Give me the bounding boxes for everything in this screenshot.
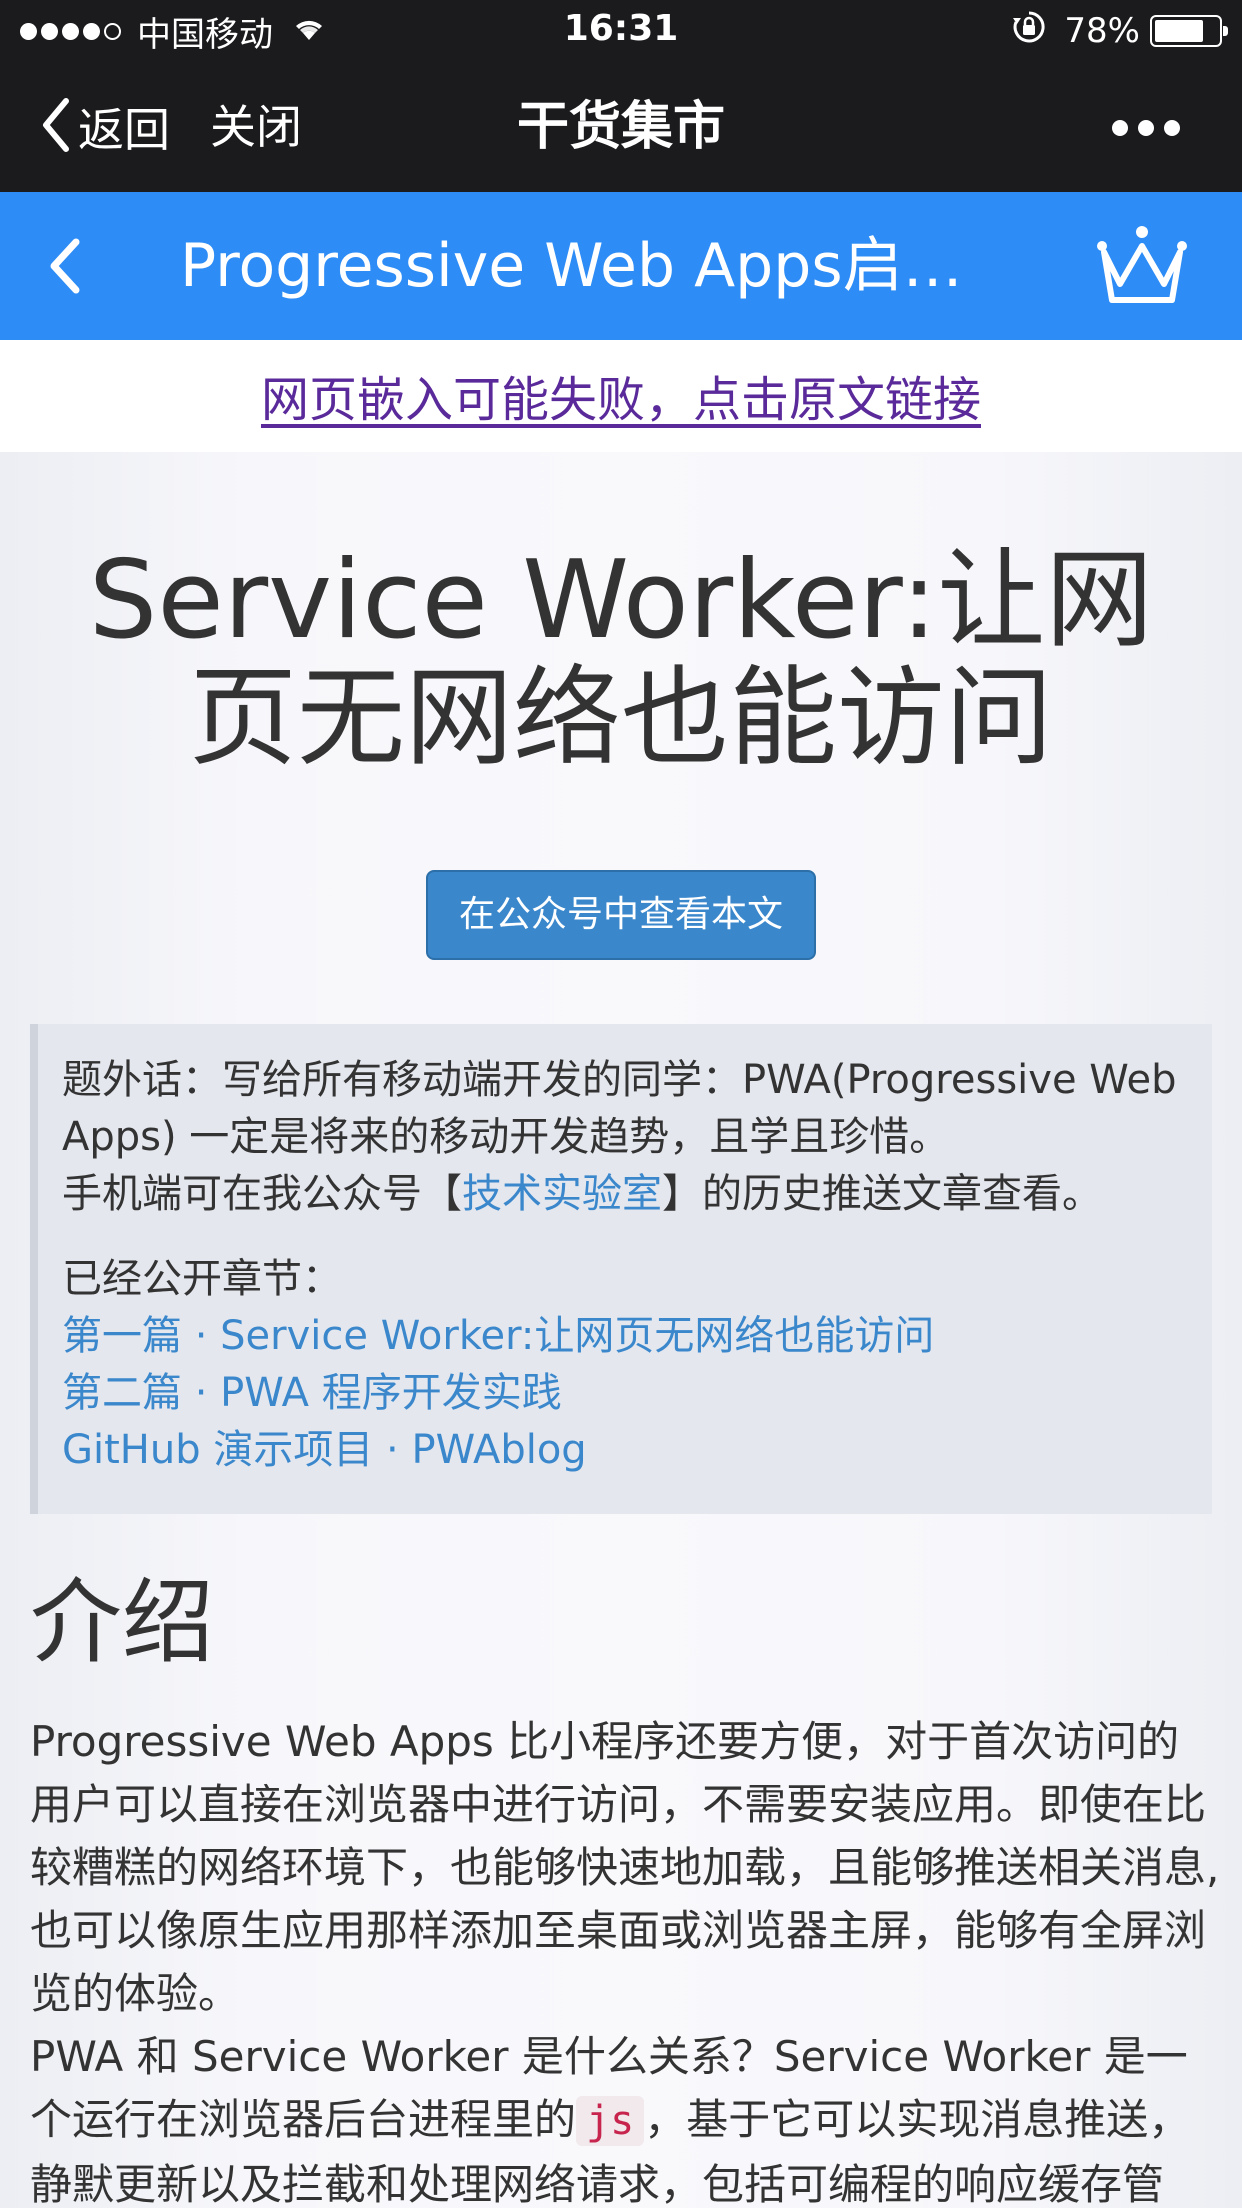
crown-icon[interactable] (1092, 222, 1192, 316)
app-header-title: Progressive Web Apps启… (180, 231, 963, 301)
note-intro: 题外话：写给所有移动端开发的同学：PWA(Progressive Web App… (62, 1057, 1177, 1160)
battery-icon (1150, 15, 1228, 47)
section-heading: 介绍 (30, 1569, 215, 1676)
article-title: Service Worker:让网页无网络也能访问 (88, 538, 1154, 781)
chapter-link-1[interactable]: 第一篇 · Service Worker:让网页无网络也能访问 (62, 1308, 1188, 1365)
note-box: 题外话：写给所有移动端开发的同学：PWA(Progressive Web App… (30, 1024, 1212, 1514)
paragraph-2: PWA 和 Service Worker 是什么关系？Service Worke… (30, 2025, 1220, 2208)
battery-fill (1155, 20, 1204, 42)
more-dots-icon[interactable] (1102, 120, 1180, 136)
nav-title: 干货集市 (516, 97, 725, 157)
status-right: 78% (1012, 10, 1228, 53)
note-account-prefix: 手机端可在我公众号【 (62, 1171, 462, 1217)
github-demo-link[interactable]: GitHub 演示项目 · PWAblog (62, 1422, 1188, 1479)
view-in-official-account-button[interactable]: 在公众号中查看本文 (426, 870, 816, 960)
wechat-nav-bar: 返回 关闭 干货集市 (0, 62, 1242, 192)
tech-lab-link[interactable]: 技术实验室 (462, 1171, 662, 1217)
inline-code: js (576, 2096, 645, 2146)
embed-notice: 网页嵌入可能失败，点击原文链接 (0, 340, 1242, 452)
chapter-link-2[interactable]: 第二篇 · PWA 程序开发实践 (62, 1365, 1188, 1422)
chevron-left-icon[interactable] (44, 234, 84, 302)
status-bar: 中国移动 16:31 78% (0, 0, 1242, 62)
rotation-lock-icon (1012, 10, 1046, 53)
app-header: Progressive Web Apps启… (0, 192, 1242, 340)
chapters-label: 已经公开章节： (62, 1256, 342, 1302)
battery-percentage: 78% (1064, 11, 1140, 51)
article-body: Progressive Web Apps 比小程序还要方便，对于首次访问的用户可… (30, 1710, 1220, 2208)
original-link[interactable]: 网页嵌入可能失败，点击原文链接 (261, 360, 981, 430)
note-account-suffix: 】的历史推送文章查看。 (662, 1171, 1102, 1217)
article-content: Service Worker:让网页无网络也能访问 在公众号中查看本文 题外话：… (0, 452, 1242, 2208)
note-account-line: 手机端可在我公众号【技术实验室】的历史推送文章查看。 (62, 1166, 1188, 1223)
paragraph-1: Progressive Web Apps 比小程序还要方便，对于首次访问的用户可… (30, 1717, 1220, 2018)
